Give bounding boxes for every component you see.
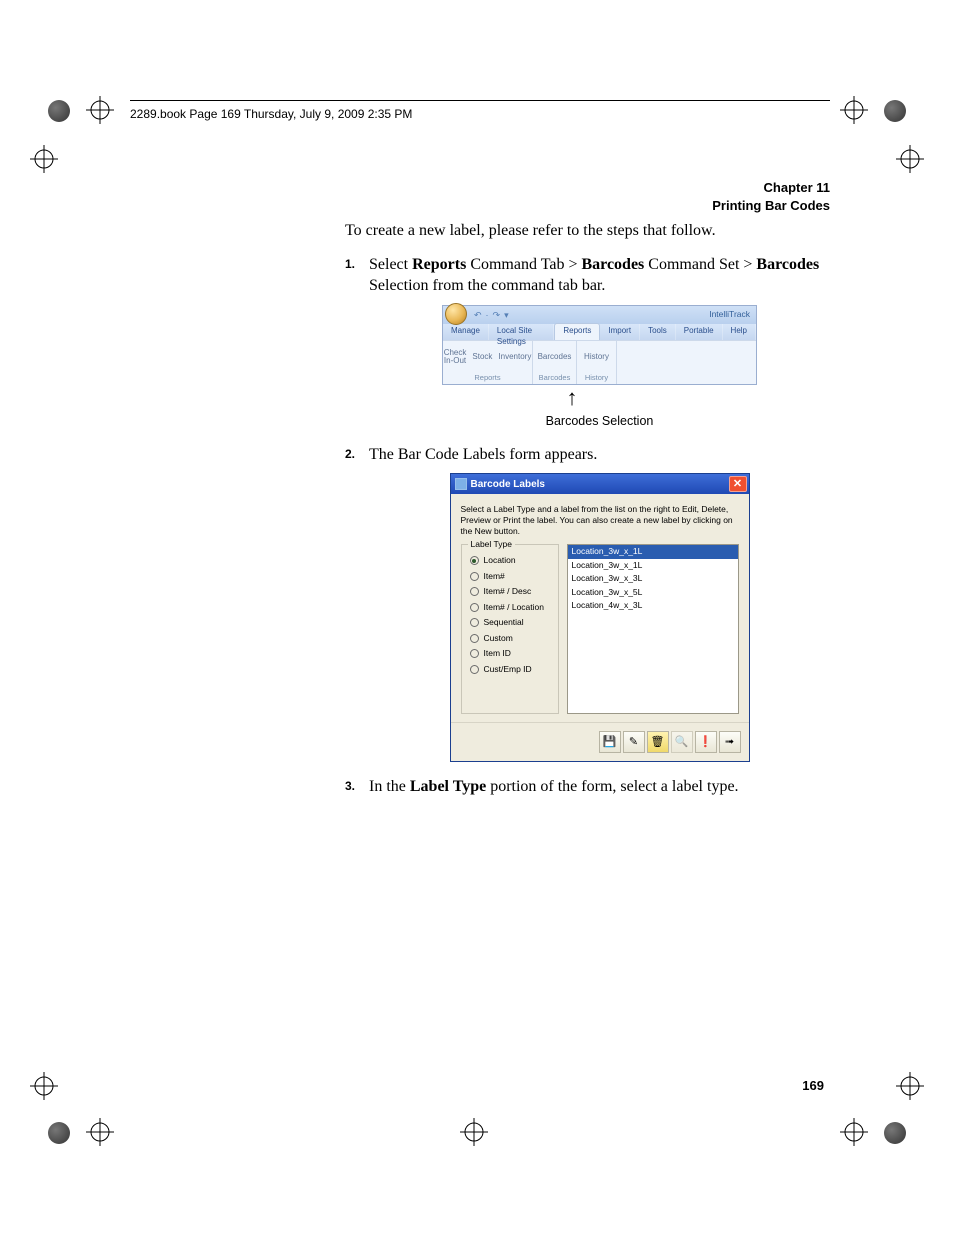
group-label-barcodes: Barcodes <box>537 372 572 384</box>
tab-manage[interactable]: Manage <box>443 324 489 340</box>
radio-location[interactable]: Location <box>470 555 550 566</box>
tab-tools[interactable]: Tools <box>640 324 676 340</box>
radio-icon[interactable] <box>470 618 479 627</box>
reg-mark-icon <box>840 1118 868 1146</box>
cmd-history[interactable]: History <box>584 353 609 361</box>
reg-mark-icon <box>86 1118 114 1146</box>
callout-arrow-icon: ↑ <box>314 389 830 407</box>
radio-custom[interactable]: Custom <box>470 633 550 644</box>
office-orb-icon <box>445 303 467 325</box>
list-item[interactable]: Location_3w_x_3L <box>568 572 738 585</box>
radio-icon[interactable] <box>470 665 479 674</box>
tab-reports[interactable]: Reports <box>554 323 600 340</box>
reg-dot-icon <box>48 1122 70 1144</box>
radio-label: Location <box>484 555 516 566</box>
label-listbox[interactable]: Location_3w_x_1LLocation_3w_x_1LLocation… <box>567 544 739 714</box>
window-icon <box>455 478 467 490</box>
reg-mark-icon <box>30 1072 58 1100</box>
radio-label: Item# <box>484 571 505 582</box>
tab-portable[interactable]: Portable <box>676 324 723 340</box>
reg-dot-icon <box>884 100 906 122</box>
exit-button[interactable]: ➟ <box>719 731 741 753</box>
reg-dot-icon <box>48 100 70 122</box>
radio-icon[interactable] <box>470 556 479 565</box>
reg-dot-icon <box>884 1122 906 1144</box>
group-label-reports: Reports <box>447 372 528 384</box>
list-item[interactable]: Location_3w_x_1L <box>568 545 738 558</box>
radio-label: Custom <box>484 633 513 644</box>
quick-access-toolbar: ↶·↷▾ <box>474 309 509 321</box>
cmd-check-in-out[interactable]: Check In-Out <box>444 349 467 365</box>
radio-label: Item# / Desc <box>484 586 532 597</box>
barcode-labels-dialog: Barcode Labels ✕ Select a Label Type and… <box>450 473 750 762</box>
fieldset-legend: Label Type <box>468 539 515 550</box>
radio-label: Item ID <box>484 648 511 659</box>
step-2: 2. The Bar Code Labels form appears. Bar… <box>345 444 830 762</box>
intro-text: To create a new label, please refer to t… <box>345 220 830 242</box>
reg-mark-icon <box>840 96 868 124</box>
figure1-caption: Barcodes Selection <box>369 413 830 430</box>
ribbon-tab-row: Manage Local Site Settings Reports Impor… <box>443 324 756 340</box>
tab-local-site-settings[interactable]: Local Site Settings <box>489 324 554 340</box>
tab-help[interactable]: Help <box>723 324 756 340</box>
tab-import[interactable]: Import <box>600 324 640 340</box>
preview-button[interactable]: 🔍 <box>671 731 693 753</box>
radio-item-location[interactable]: Item# / Location <box>470 602 550 613</box>
radio-icon[interactable] <box>470 634 479 643</box>
delete-button[interactable]: 🗑 <box>647 731 669 753</box>
new-button[interactable]: ✎ <box>623 731 645 753</box>
step-1: 1. Select Reports Command Tab > Barcodes… <box>345 254 830 430</box>
radio-item-id[interactable]: Item ID <box>470 648 550 659</box>
cmd-barcodes[interactable]: Barcodes <box>538 353 572 361</box>
dialog-instruction: Select a Label Type and a label from the… <box>461 504 739 536</box>
radio-label: Item# / Location <box>484 602 544 613</box>
cmd-inventory[interactable]: Inventory <box>498 353 531 361</box>
reg-mark-icon <box>86 96 114 124</box>
ribbon-screenshot: ↶·↷▾ IntelliTrack Manage Local Site Sett… <box>442 305 757 385</box>
radio-icon[interactable] <box>470 649 479 658</box>
book-header: 2289.book Page 169 Thursday, July 9, 200… <box>130 105 830 131</box>
reg-mark-icon <box>460 1118 488 1146</box>
reg-mark-icon <box>30 145 58 173</box>
reg-mark-icon <box>896 145 924 173</box>
radio-icon[interactable] <box>470 587 479 596</box>
app-name: IntelliTrack <box>709 309 756 320</box>
radio-icon[interactable] <box>470 603 479 612</box>
step-3: 3. In the Label Type portion of the form… <box>345 776 830 798</box>
list-item[interactable]: Location_4w_x_3L <box>568 599 738 612</box>
radio-sequential[interactable]: Sequential <box>470 617 550 628</box>
radio-label: Cust/Emp ID <box>484 664 532 675</box>
radio-label: Sequential <box>484 617 524 628</box>
label-type-fieldset: Label Type LocationItem#Item# / DescItem… <box>461 544 559 714</box>
list-item[interactable]: Location_3w_x_5L <box>568 586 738 599</box>
radio-item-[interactable]: Item# <box>470 571 550 582</box>
page-number: 169 <box>802 1078 824 1093</box>
cmd-stock[interactable]: Stock <box>472 353 492 361</box>
print-button[interactable]: ❗ <box>695 731 717 753</box>
chapter-header: Chapter 11 Printing Bar Codes <box>130 179 830 214</box>
save-button[interactable]: 💾 <box>599 731 621 753</box>
radio-icon[interactable] <box>470 572 479 581</box>
dialog-title: Barcode Labels <box>471 478 545 492</box>
list-item[interactable]: Location_3w_x_1L <box>568 559 738 572</box>
radio-cust-emp-id[interactable]: Cust/Emp ID <box>470 664 550 675</box>
reg-mark-icon <box>896 1072 924 1100</box>
radio-item-desc[interactable]: Item# / Desc <box>470 586 550 597</box>
group-label-history: History <box>581 372 612 384</box>
close-button[interactable]: ✕ <box>729 476 747 492</box>
